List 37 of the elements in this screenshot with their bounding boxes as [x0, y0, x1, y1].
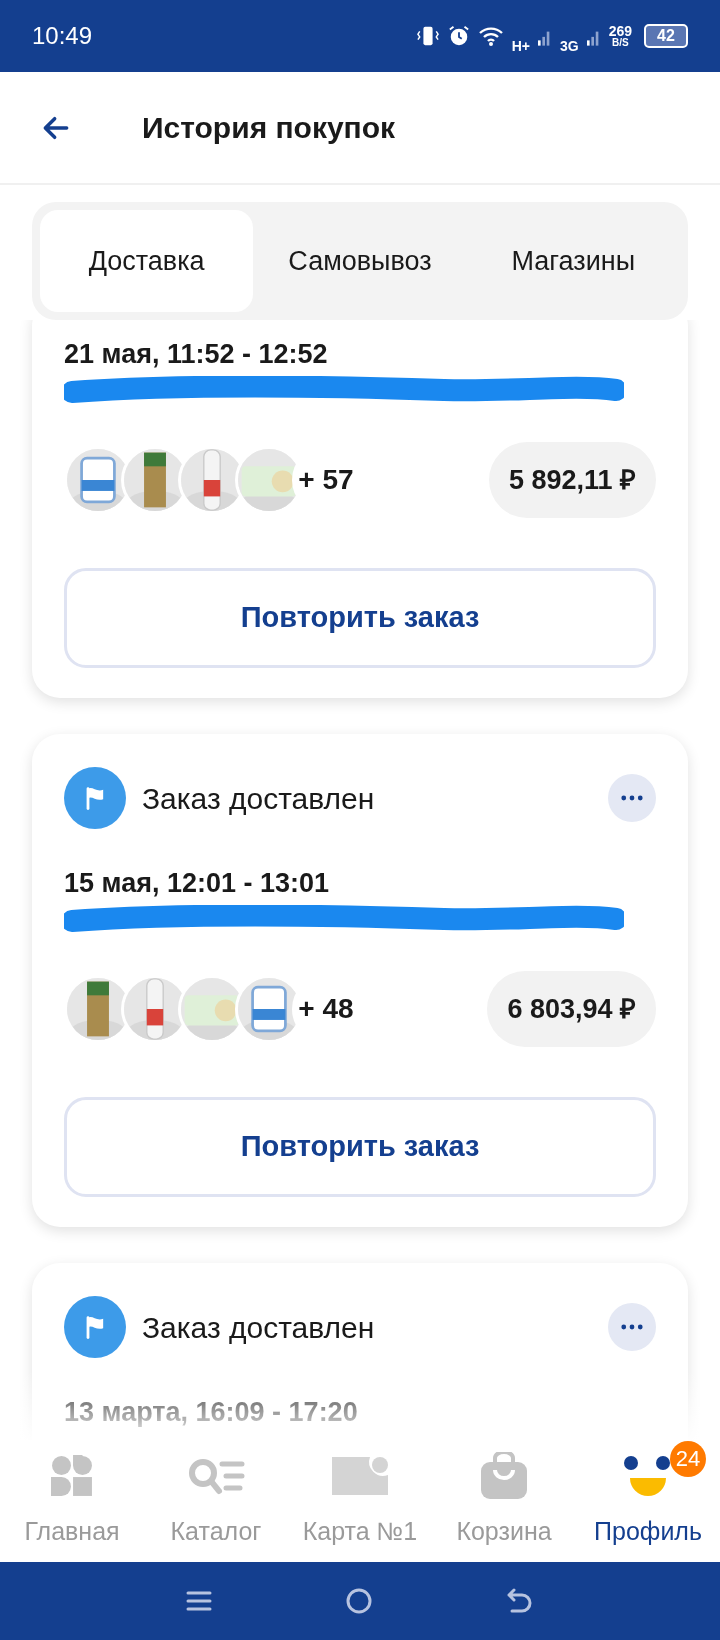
nav-item[interactable]: 24 Профиль: [576, 1440, 720, 1562]
network-type: 3G: [559, 39, 579, 53]
more-button[interactable]: [608, 1303, 656, 1351]
order-date: 15 мая, 12:01 - 13:01: [64, 867, 331, 899]
repeat-order-button[interactable]: Повторить заказ: [64, 568, 656, 668]
tab[interactable]: Самовывоз: [253, 210, 467, 312]
order-status: Заказ доставлен: [142, 1309, 376, 1346]
network-type: H+: [511, 39, 530, 53]
alarm-icon: [447, 25, 470, 47]
order-status: Заказ доставлен: [142, 780, 376, 817]
tab[interactable]: Доставка: [40, 210, 254, 312]
back-icon[interactable]: [505, 1588, 534, 1614]
more-icon: [621, 1324, 643, 1330]
order-date: 21 мая, 11:52 - 12:52: [64, 338, 329, 370]
more-icon: [621, 795, 643, 801]
vibrate-icon: [415, 25, 440, 47]
more-button[interactable]: [608, 774, 656, 822]
order-total: 5 892,11 ₽: [488, 442, 656, 518]
notification-badge: 24: [670, 1440, 706, 1477]
order-total: 6 803,94 ₽: [487, 971, 656, 1047]
card-icon: [330, 1454, 390, 1497]
menu-icon[interactable]: [186, 1590, 213, 1612]
network-speed: 269: [608, 24, 632, 38]
wifi-icon: [477, 25, 504, 47]
page-title: История покупок: [142, 110, 396, 146]
order-card[interactable]: Заказ доставлен 13 марта, 16:09 - 17:20: [32, 1263, 688, 1440]
tab[interactable]: Магазины: [466, 210, 680, 312]
home-icon[interactable]: [345, 1587, 373, 1615]
status-time: 10:49: [32, 21, 93, 51]
grid-icon: [51, 1454, 93, 1497]
battery-indicator: 42: [644, 24, 688, 48]
speed-unit: B/S: [612, 38, 629, 48]
bag-icon: [479, 1451, 529, 1500]
order-card[interactable]: 21 мая, 11:52 - 12:52 + 57 5 892,11 ₽ Повторить заказ: [32, 320, 688, 698]
order-card[interactable]: Заказ доставлен 15 мая, 12:01 - 13:01 + 48 6 803,94 ₽ Повторить заказ: [32, 734, 688, 1227]
order-date: 13 марта, 16:09 - 17:20: [64, 1396, 359, 1428]
repeat-order-button[interactable]: Повторить заказ: [64, 1097, 656, 1197]
